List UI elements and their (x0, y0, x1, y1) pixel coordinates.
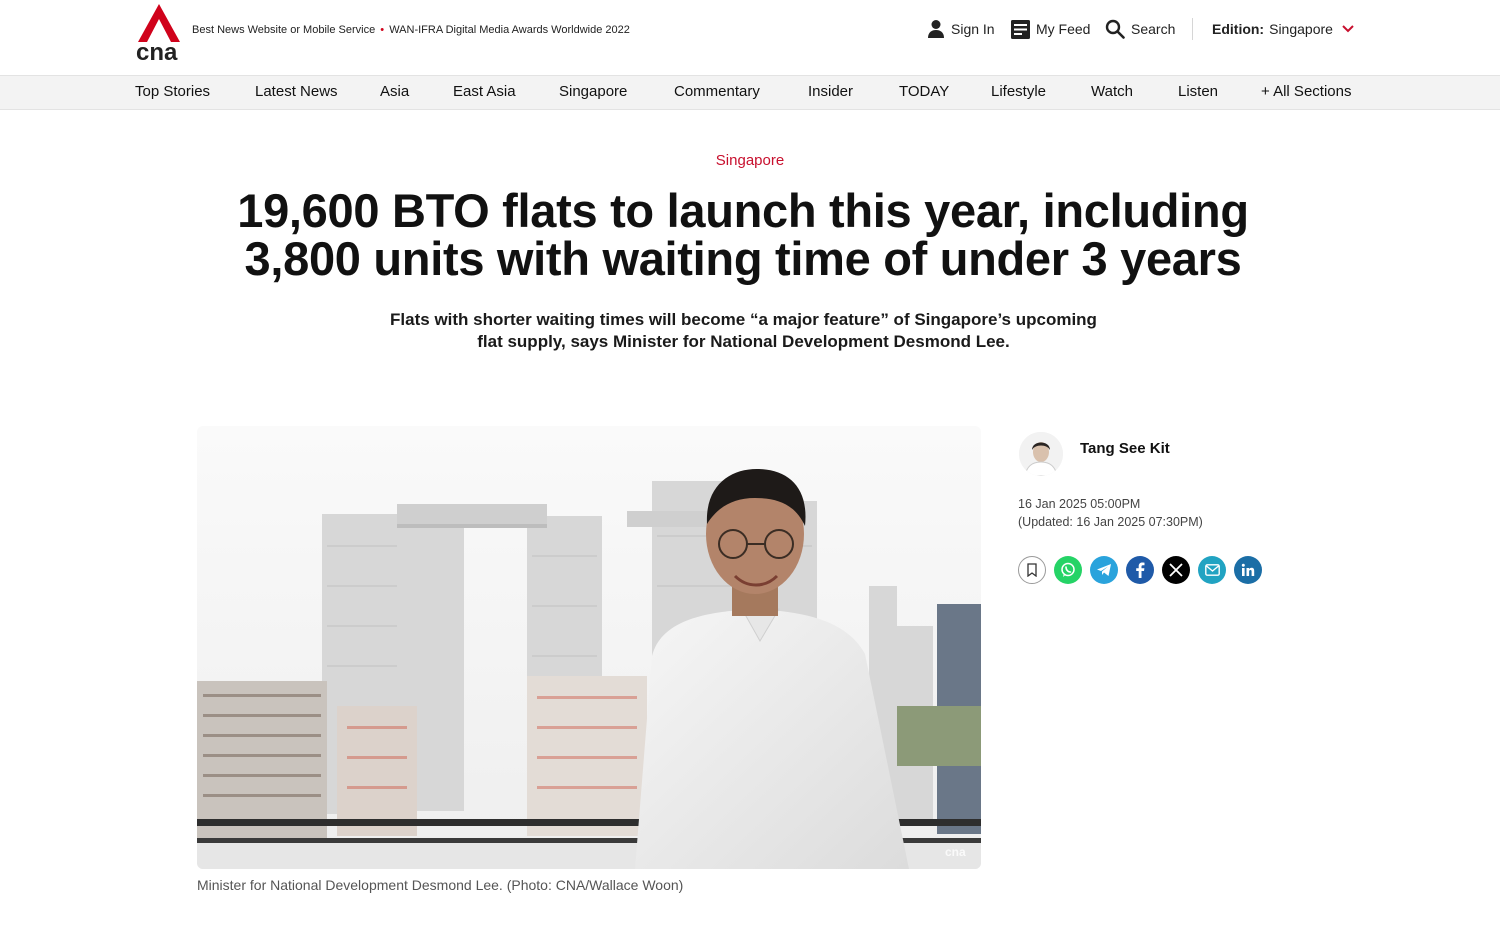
my-feed-label: My Feed (1036, 21, 1091, 37)
edition-selector[interactable]: Edition: Singapore (1212, 16, 1354, 42)
email-share-button[interactable] (1198, 556, 1226, 584)
award-banner: Best News Website or Mobile Service • WA… (192, 24, 630, 36)
facebook-icon (1136, 562, 1145, 578)
sign-in-button[interactable]: Sign In (927, 16, 995, 42)
whatsapp-share-button[interactable] (1054, 556, 1082, 584)
award-text-1: Best News Website or Mobile Service (192, 24, 376, 36)
x-icon (1169, 563, 1183, 577)
whatsapp-icon (1061, 562, 1075, 577)
author-name[interactable]: Tang See Kit (1080, 440, 1170, 457)
nav-listen[interactable]: Listen (1178, 83, 1218, 100)
author-avatar[interactable] (1019, 432, 1063, 476)
updated-date: (Updated: 16 Jan 2025 07:30PM) (1018, 515, 1203, 529)
award-separator: • (380, 24, 385, 36)
bookmark-icon (1027, 563, 1037, 577)
telegram-icon (1097, 564, 1111, 576)
share-bar (1018, 556, 1262, 584)
my-feed-button[interactable]: My Feed (1011, 16, 1090, 42)
nav-insider[interactable]: Insider (808, 83, 853, 100)
hero-image: cna (197, 426, 981, 869)
article-standfirst: Flats with shorter waiting times will be… (390, 310, 1097, 351)
article-headline: 19,600 BTO flats to launch this year, in… (237, 184, 1249, 285)
published-date: 16 Jan 2025 05:00PM (1018, 497, 1141, 511)
nav-latest-news[interactable]: Latest News (255, 83, 338, 100)
user-icon (928, 20, 944, 38)
svg-text:cna: cna (136, 39, 178, 62)
article-category[interactable]: Singapore (0, 152, 1500, 169)
award-text-2: WAN-IFRA Digital Media Awards Worldwide … (389, 24, 630, 36)
bookmark-button[interactable] (1018, 556, 1046, 584)
hero-photo: cna (197, 426, 981, 869)
site-header: cna Best News Website or Mobile Service … (0, 0, 1500, 75)
facebook-share-button[interactable] (1126, 556, 1154, 584)
nav-singapore[interactable]: Singapore (559, 83, 627, 100)
search-icon (1105, 19, 1125, 39)
linkedin-share-button[interactable] (1234, 556, 1262, 584)
x-share-button[interactable] (1162, 556, 1190, 584)
section-nav: Top Stories Latest News Asia East Asia S… (0, 75, 1500, 110)
email-icon (1204, 564, 1220, 576)
edition-label: Edition: (1212, 21, 1265, 37)
nav-today[interactable]: TODAY (899, 83, 949, 100)
image-watermark: cna (945, 845, 966, 859)
sign-in-label: Sign In (951, 21, 995, 37)
image-caption: Minister for National Development Desmon… (197, 877, 684, 893)
cna-logo[interactable]: cna (135, 4, 183, 62)
edition-value: Singapore (1269, 21, 1333, 37)
linkedin-icon (1241, 563, 1255, 576)
nav-asia[interactable]: Asia (380, 83, 409, 100)
header-divider (1192, 18, 1193, 40)
feed-icon (1011, 19, 1030, 39)
nav-commentary[interactable]: Commentary (674, 83, 760, 100)
nav-top-stories[interactable]: Top Stories (135, 83, 210, 100)
chevron-down-icon (1342, 25, 1354, 33)
nav-lifestyle[interactable]: Lifestyle (991, 83, 1046, 100)
nav-watch[interactable]: Watch (1091, 83, 1133, 100)
telegram-share-button[interactable] (1090, 556, 1118, 584)
nav-all-sections[interactable]: + All Sections (1261, 83, 1351, 100)
search-button[interactable]: Search (1105, 16, 1175, 42)
search-label: Search (1131, 21, 1176, 37)
nav-east-asia[interactable]: East Asia (453, 83, 516, 100)
